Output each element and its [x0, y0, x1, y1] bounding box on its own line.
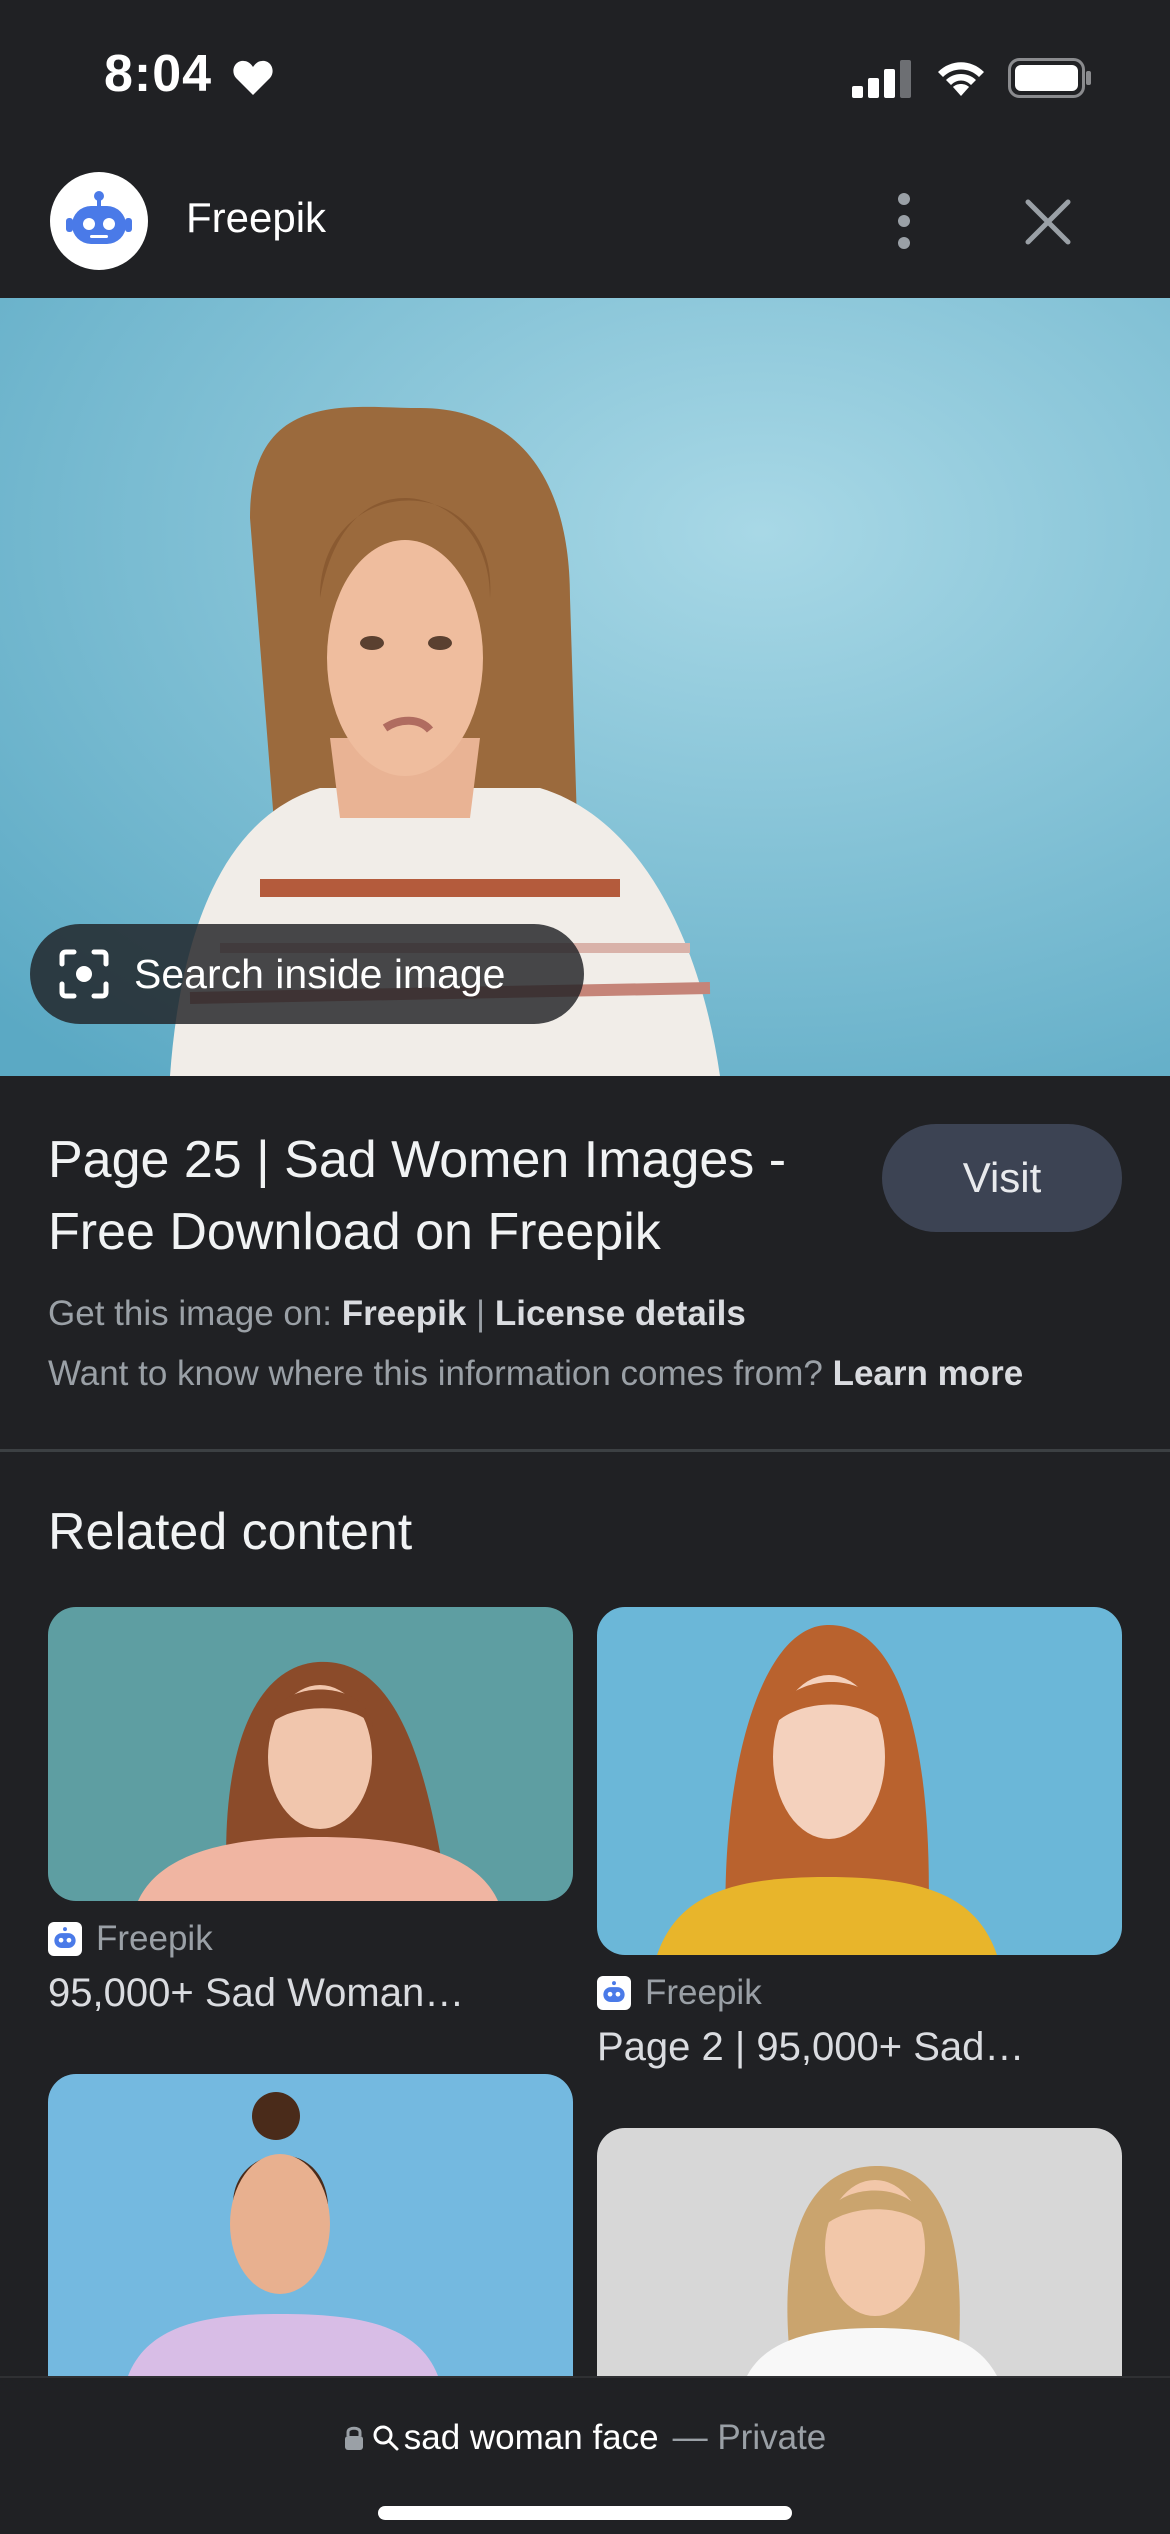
search-inside-image-button[interactable]: Search inside image: [30, 924, 584, 1024]
related-image-4: [597, 2128, 1122, 2376]
status-bar: 8:04: [0, 0, 1170, 150]
license-details-link[interactable]: License details: [495, 1294, 746, 1333]
search-query: sad woman face: [403, 2418, 659, 2457]
wifi-icon: [934, 56, 988, 101]
related-thumbnail[interactable]: [597, 2128, 1122, 2376]
related-item-4[interactable]: [597, 2128, 1122, 2376]
search-query-line[interactable]: sad woman face — Private: [0, 2418, 1170, 2458]
related-source: Freepik: [597, 1973, 1122, 2013]
status-time: 8:04: [104, 45, 213, 103]
close-icon: [1025, 199, 1071, 245]
search-icon: [373, 2425, 399, 2451]
close-button[interactable]: [1016, 190, 1080, 254]
site-name[interactable]: Freepik: [186, 194, 326, 242]
private-label: — Private: [672, 2418, 827, 2457]
freepik-robot-icon: [66, 191, 132, 244]
related-image-2: [597, 1607, 1122, 1955]
site-avatar[interactable]: [50, 172, 148, 270]
heart-icon: [232, 58, 274, 101]
related-thumbnail[interactable]: [48, 1607, 573, 1901]
cellular-signal-icon: [852, 60, 914, 103]
info-prefix: Want to know where this information come…: [48, 1354, 823, 1393]
related-caption[interactable]: Page 2 | 95,000+ Sad…: [597, 2025, 1122, 2070]
info-line: Want to know where this information come…: [48, 1354, 1023, 1394]
related-source-label: Freepik: [96, 1919, 213, 1958]
battery-icon: [1008, 58, 1092, 103]
related-item-3[interactable]: [48, 2074, 573, 2376]
result-title[interactable]: Page 25 | Sad Women Images - Free Downlo…: [48, 1124, 848, 1268]
main-image[interactable]: Search inside image: [0, 298, 1170, 1076]
related-caption[interactable]: 95,000+ Sad Woman…: [48, 1971, 573, 2016]
home-indicator[interactable]: [378, 2506, 792, 2520]
get-image-prefix: Get this image on:: [48, 1294, 333, 1333]
more-vert-icon: [898, 193, 910, 249]
lock-icon: [344, 2426, 363, 2450]
related-content-heading: Related content: [48, 1503, 413, 1561]
google-lens-icon: [59, 949, 109, 999]
related-thumbnail[interactable]: [597, 1607, 1122, 1955]
freepik-favicon: [48, 1922, 82, 1956]
related-image-1: [48, 1607, 573, 1901]
section-divider: [0, 1449, 1170, 1452]
related-source: Freepik: [48, 1919, 573, 1959]
source-link[interactable]: Freepik: [342, 1294, 467, 1333]
related-item-2[interactable]: Freepik Page 2 | 95,000+ Sad…: [597, 1607, 1122, 2070]
learn-more-link[interactable]: Learn more: [833, 1354, 1024, 1393]
separator: |: [476, 1294, 486, 1333]
bottom-address-bar[interactable]: sad woman face — Private: [0, 2376, 1170, 2534]
related-item-1[interactable]: Freepik 95,000+ Sad Woman…: [48, 1607, 573, 2016]
related-source-label: Freepik: [645, 1973, 762, 2012]
image-viewer-header: Freepik: [0, 150, 1170, 298]
more-options-button[interactable]: [876, 186, 932, 256]
search-inside-image-label: Search inside image: [134, 950, 506, 997]
freepik-favicon: [597, 1976, 631, 2010]
related-image-3: [48, 2074, 573, 2376]
visit-button[interactable]: Visit: [882, 1124, 1122, 1232]
related-thumbnail[interactable]: [48, 2074, 573, 2376]
get-image-line: Get this image on: Freepik | License det…: [48, 1294, 746, 1334]
